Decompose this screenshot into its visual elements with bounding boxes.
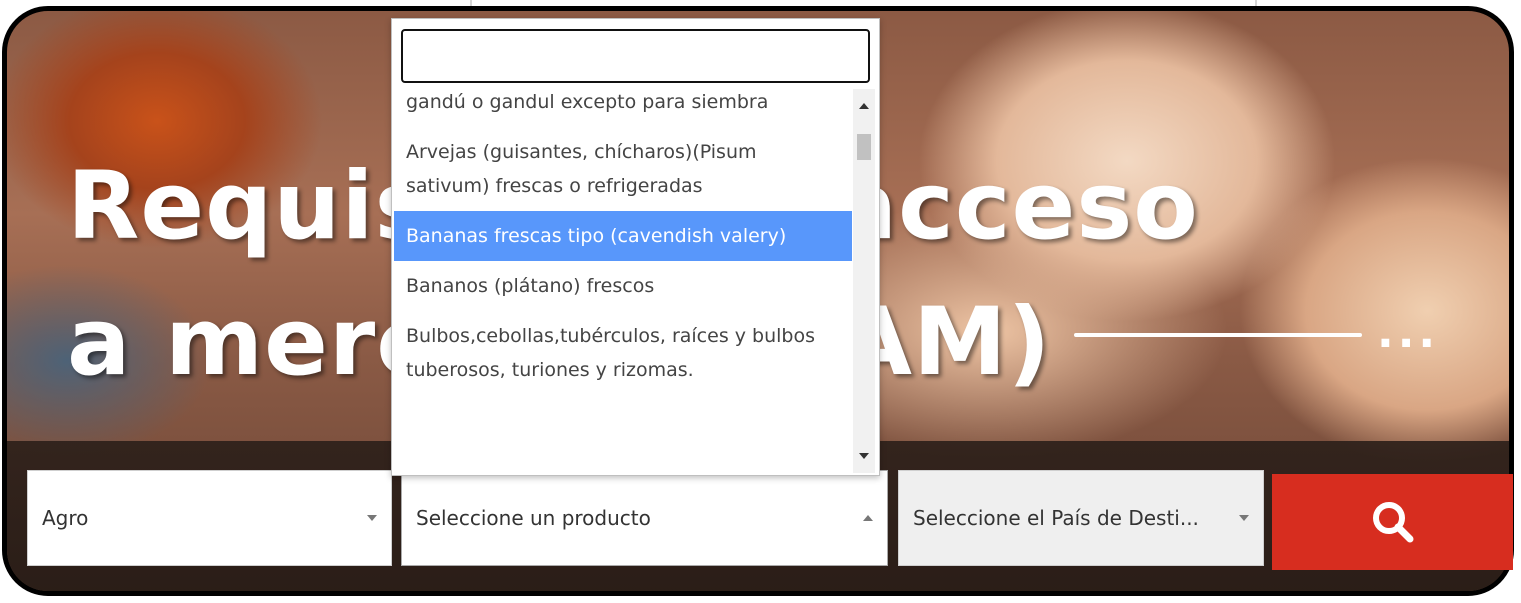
sector-select-value: Agro xyxy=(42,506,89,530)
sector-select[interactable]: Agro xyxy=(27,470,392,566)
scrollbar-thumb[interactable] xyxy=(857,134,871,160)
list-item[interactable]: Bulbos,cebollas,tubérculos, raíces y bul… xyxy=(394,311,852,395)
list-item-highlighted[interactable]: Bananas frescas tipo (cavendish valery) xyxy=(394,211,852,261)
product-select[interactable]: Seleccione un producto xyxy=(401,470,888,566)
chevron-down-icon xyxy=(1239,515,1249,521)
country-select[interactable]: Seleccione el País de Desti... xyxy=(898,470,1264,566)
hero-divider-line xyxy=(1074,333,1362,337)
chevron-down-icon xyxy=(367,515,377,521)
country-select-value: Seleccione el País de Desti... xyxy=(913,506,1199,530)
product-options-list: gandú o gandul excepto para siembra Arve… xyxy=(394,89,852,475)
search-icon xyxy=(1372,502,1413,543)
scroll-down-arrow-icon[interactable] xyxy=(859,453,869,459)
product-dropdown: gandú o gandul excepto para siembra Arve… xyxy=(391,18,880,476)
dropdown-scrollbar[interactable] xyxy=(853,89,875,473)
hero-ellipsis: ... xyxy=(1377,307,1440,358)
list-item[interactable]: Arvejas (guisantes, chícharos)(Pisum sat… xyxy=(394,127,852,211)
product-select-value: Seleccione un producto xyxy=(416,506,651,530)
chevron-up-icon xyxy=(863,515,873,521)
list-item[interactable]: Bananos (plátano) frescos xyxy=(394,261,852,311)
search-button[interactable] xyxy=(1272,474,1513,570)
list-item[interactable]: gandú o gandul excepto para siembra xyxy=(394,89,852,127)
scroll-up-arrow-icon[interactable] xyxy=(859,103,869,109)
product-search-input[interactable] xyxy=(401,29,870,83)
